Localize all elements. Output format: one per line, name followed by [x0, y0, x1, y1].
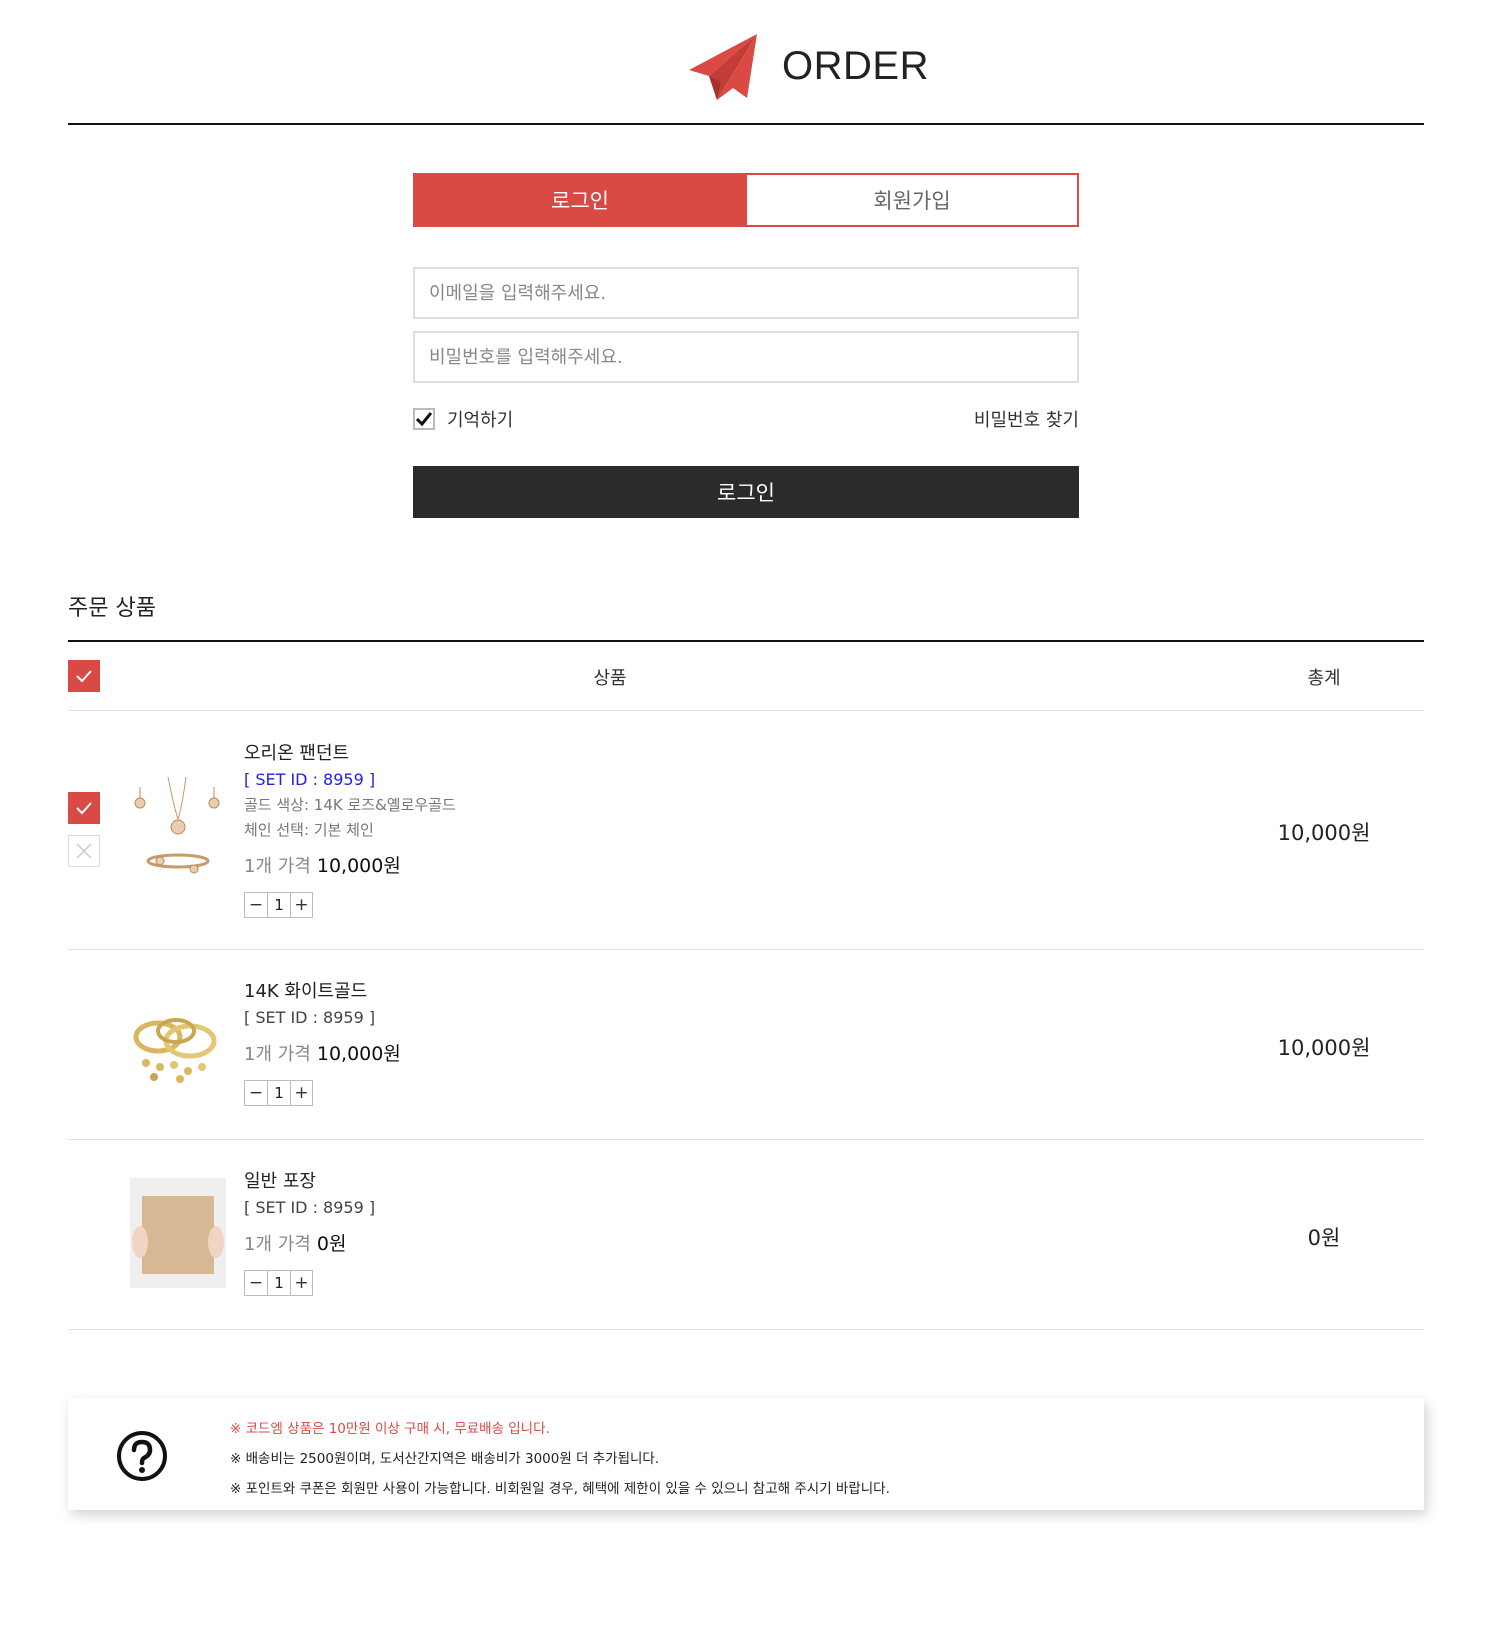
- qty-value[interactable]: 1: [267, 893, 290, 917]
- notice-lines: ※ 코드엠 상품은 10만원 이상 구매 시, 무료배송 입니다. ※ 배송비는…: [230, 1414, 890, 1504]
- qty-value[interactable]: 1: [267, 1081, 290, 1105]
- unit-price-label: 1개 가격: [244, 1234, 311, 1255]
- item-remove-button[interactable]: [68, 835, 100, 867]
- page-title: ORDER: [782, 44, 929, 88]
- product-info: 오리온 팬던트 [ SET ID : 8959 ] 골드 색상: 14K 로즈&…: [244, 741, 456, 918]
- product-name[interactable]: 14K 화이트골드: [244, 979, 401, 1005]
- check-icon: [76, 802, 92, 815]
- product-set-id: [ SET ID : 8959 ]: [244, 1008, 376, 1027]
- qty-increase-button[interactable]: +: [290, 1271, 312, 1295]
- unit-price-value: 10,000원: [316, 1043, 401, 1065]
- tab-login[interactable]: 로그인: [413, 173, 747, 227]
- remember-checkbox[interactable]: [413, 408, 435, 430]
- qty-increase-button[interactable]: +: [290, 893, 312, 917]
- password-input[interactable]: [413, 331, 1079, 383]
- login-button[interactable]: 로그인: [413, 466, 1079, 518]
- quantity-stepper: − 1 +: [244, 892, 313, 918]
- product-thumbnail: [130, 777, 226, 887]
- qty-decrease-button[interactable]: −: [245, 893, 267, 917]
- unit-price-label: 1개 가격: [244, 856, 311, 877]
- order-section-title: 주문 상품: [68, 596, 156, 621]
- page-header: ORDER: [68, 0, 1424, 125]
- find-password-link[interactable]: 비밀번호 찾기: [960, 406, 1079, 432]
- product-option: 체인 선택: 기본 체인: [244, 821, 374, 839]
- auth-tabs: 로그인 회원가입: [413, 173, 1079, 227]
- item-total: 0원: [1307, 1226, 1341, 1250]
- unit-price-value: 0원: [316, 1233, 347, 1255]
- remember-me[interactable]: 기억하기: [413, 406, 513, 432]
- qty-decrease-button[interactable]: −: [245, 1271, 267, 1295]
- email-input[interactable]: [413, 267, 1079, 319]
- table-row: 오리온 팬던트 [ SET ID : 8959 ] 골드 색상: 14K 로즈&…: [68, 711, 1424, 950]
- check-icon: [416, 412, 432, 426]
- column-total: 총계: [1307, 668, 1341, 689]
- product-thumbnail: [130, 987, 226, 1092]
- product-set-id: [ SET ID : 8959 ]: [244, 1198, 376, 1217]
- column-product: 상품: [593, 668, 627, 689]
- qty-increase-button[interactable]: +: [290, 1081, 312, 1105]
- table-row: 14K 화이트골드 [ SET ID : 8959 ] 1개 가격 10,000원…: [68, 950, 1424, 1140]
- shipping-notice: ※ 코드엠 상품은 10만원 이상 구매 시, 무료배송 입니다. ※ 배송비는…: [68, 1398, 1424, 1510]
- table-row: 일반 포장 [ SET ID : 8959 ] 1개 가격 0원 − 1 + 0원: [68, 1140, 1424, 1330]
- unit-price: 1개 가격 10,000원: [244, 851, 456, 882]
- product-set-id: [ SET ID : 8959 ]: [244, 770, 376, 789]
- notice-line: ※ 포인트와 쿠폰은 회원만 사용이 가능합니다. 비회원일 경우, 혜택에 제…: [230, 1481, 890, 1497]
- unit-price: 1개 가격 10,000원: [244, 1039, 401, 1070]
- close-icon: [76, 843, 92, 859]
- notice-line: ※ 배송비는 2500원이며, 도서산간지역은 배송비가 3000원 더 추가됩…: [230, 1451, 660, 1467]
- unit-price: 1개 가격 0원: [244, 1229, 375, 1260]
- item-select-checkbox[interactable]: [68, 792, 100, 824]
- quantity-stepper: − 1 +: [244, 1080, 313, 1106]
- notice-line: ※ 코드엠 상품은 10만원 이상 구매 시, 무료배송 입니다.: [230, 1421, 550, 1437]
- table-header: 상품 총계: [68, 642, 1424, 711]
- product-info: 14K 화이트골드 [ SET ID : 8959 ] 1개 가격 10,000원…: [244, 979, 401, 1106]
- product-name[interactable]: 오리온 팬던트: [244, 741, 456, 767]
- remember-label: 기억하기: [447, 410, 514, 431]
- item-total: 10,000원: [1277, 821, 1371, 845]
- item-total: 10,000원: [1277, 1036, 1371, 1060]
- qty-decrease-button[interactable]: −: [245, 1081, 267, 1105]
- question-circle-icon: [117, 1431, 167, 1481]
- qty-value[interactable]: 1: [267, 1271, 290, 1295]
- product-name[interactable]: 일반 포장: [244, 1169, 375, 1195]
- paper-plane-icon: [689, 34, 757, 100]
- product-option: 골드 색상: 14K 로즈&옐로우골드: [244, 796, 456, 814]
- unit-price-value: 10,000원: [316, 855, 401, 877]
- quantity-stepper: − 1 +: [244, 1270, 313, 1296]
- product-info: 일반 포장 [ SET ID : 8959 ] 1개 가격 0원 − 1 +: [244, 1169, 375, 1296]
- unit-price-label: 1개 가격: [244, 1044, 311, 1065]
- product-thumbnail: [130, 1178, 226, 1288]
- tab-signup[interactable]: 회원가입: [747, 173, 1079, 227]
